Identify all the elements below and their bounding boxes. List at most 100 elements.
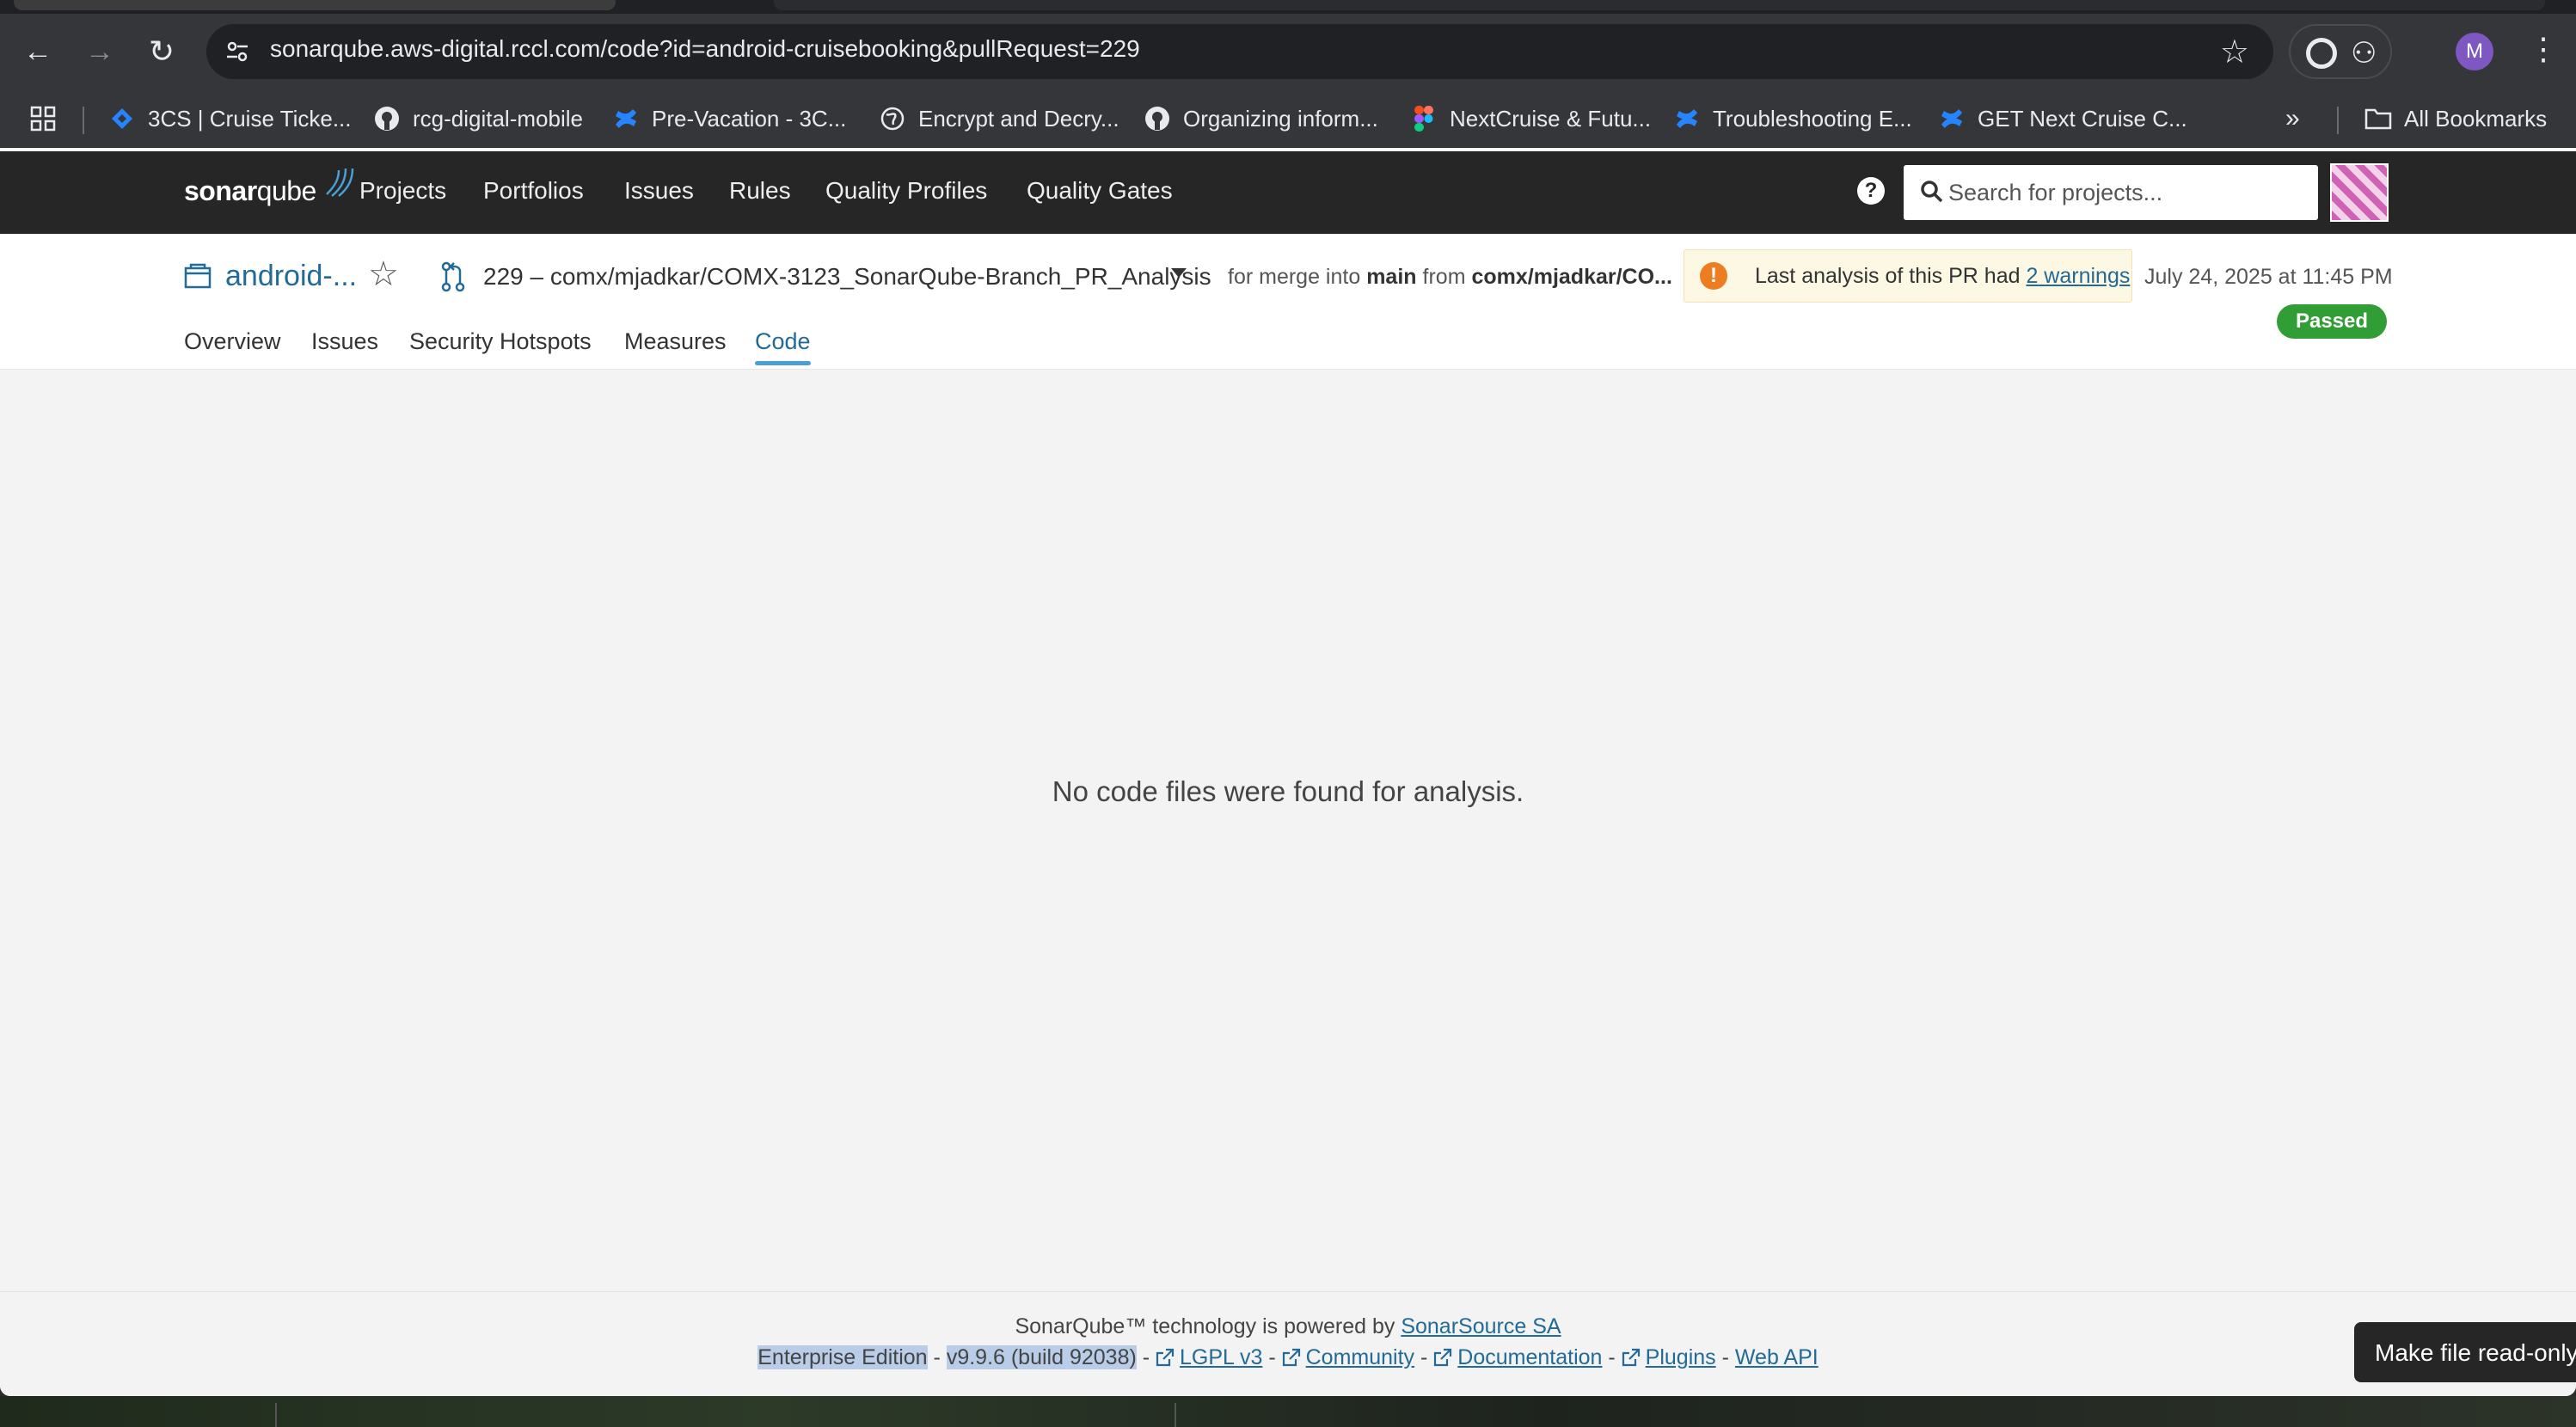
- project-header: android-... ☆ 229 – comx/mjadkar/COMX-31…: [0, 234, 2576, 370]
- bookmark-item[interactable]: Encrypt and Decry...: [879, 100, 1119, 138]
- confluence-icon: [1673, 105, 1701, 132]
- sonar-waves-icon: [326, 168, 354, 197]
- quality-gate-status-badge: Passed: [2277, 304, 2387, 339]
- reload-icon[interactable]: ↻: [143, 33, 181, 70]
- external-link-icon: [1434, 1348, 1452, 1367]
- external-link-icon: [1156, 1348, 1175, 1367]
- web-api-link[interactable]: Web API: [1735, 1345, 1819, 1369]
- grammarly-icon[interactable]: [2306, 38, 2337, 69]
- apps-icon[interactable]: [29, 100, 57, 138]
- edition-label: Enterprise Edition: [757, 1345, 928, 1369]
- tab-issues[interactable]: Issues: [311, 328, 378, 355]
- confluence-icon: [612, 105, 640, 132]
- community-link[interactable]: Community: [1306, 1345, 1414, 1369]
- bookmark-item[interactable]: Troubleshooting E...: [1673, 100, 1912, 138]
- github-icon: [1144, 105, 1171, 132]
- external-link-icon: [1282, 1348, 1300, 1367]
- footer-separator: -: [1608, 1345, 1616, 1369]
- tab-measures[interactable]: Measures: [624, 328, 727, 355]
- nav-quality-gates[interactable]: Quality Gates: [1027, 177, 1173, 205]
- desktop-background: [0, 1396, 2576, 1427]
- merge-from: from: [1422, 265, 1466, 289]
- jira-icon: [108, 105, 136, 132]
- folder-icon: [2364, 105, 2392, 132]
- version-label: v9.9.6 (build 92038): [946, 1345, 1137, 1369]
- bookmarks-bar: 3CS | Cruise Ticke... rcg-digital-mobile…: [0, 89, 2576, 148]
- footer-powered-by: SonarQube™ technology is powered by Sona…: [0, 1314, 2576, 1339]
- url-path: /code?id=android-cruisebooking&pullReque…: [600, 35, 1140, 62]
- back-icon[interactable]: ←: [19, 33, 57, 70]
- page-footer: SonarQube™ technology is powered by Sona…: [0, 1291, 2576, 1396]
- pull-request-icon: [441, 261, 465, 292]
- bookmark-item[interactable]: rcg-digital-mobile: [373, 100, 583, 138]
- sonarqube-navbar: sonarqube Projects Portfolios Issues Rul…: [0, 151, 2576, 234]
- bookmark-label: Encrypt and Decry...: [918, 105, 1119, 132]
- nav-projects[interactable]: Projects: [359, 177, 446, 205]
- merge-target: main: [1366, 265, 1417, 289]
- bookmark-item[interactable]: NextCruise & Futu...: [1410, 100, 1651, 138]
- project-search[interactable]: [1904, 165, 2318, 220]
- footer-links: Enterprise Edition - v9.9.6 (build 92038…: [0, 1345, 2576, 1370]
- github-icon: [373, 105, 401, 132]
- bookmark-label: NextCruise & Futu...: [1450, 105, 1652, 132]
- all-bookmarks-button[interactable]: All Bookmarks: [2364, 100, 2547, 138]
- sonarqube-logo[interactable]: sonarqube: [184, 168, 354, 207]
- analysis-warning: ! Last analysis of this PR had 2 warning…: [1684, 249, 2132, 303]
- powered-by-text: SonarQube™ technology is powered by: [1015, 1314, 1395, 1338]
- merge-prefix: for merge into: [1228, 265, 1361, 289]
- nav-rules[interactable]: Rules: [729, 177, 791, 205]
- merge-source: comx/mjadkar/CO...: [1471, 265, 1672, 289]
- footer-separator: -: [1142, 1345, 1150, 1369]
- pull-request-selector[interactable]: 229 – comx/mjadkar/COMX-3123_SonarQube-B…: [483, 263, 1211, 291]
- project-icon: [184, 263, 212, 289]
- nav-quality-profiles[interactable]: Quality Profiles: [825, 177, 987, 205]
- more-bookmarks-icon[interactable]: »: [2285, 100, 2300, 138]
- favorite-star-icon[interactable]: ☆: [368, 254, 399, 294]
- bookmark-item[interactable]: Pre-Vacation - 3C...: [612, 100, 846, 138]
- site-settings-icon[interactable]: [224, 38, 251, 65]
- tab-security-hotspots[interactable]: Security Hotspots: [409, 328, 592, 355]
- search-input[interactable]: [1948, 175, 2301, 210]
- plugins-link[interactable]: Plugins: [1646, 1345, 1716, 1369]
- extensions-icon[interactable]: ⚇: [2351, 36, 2377, 70]
- browser-toolbar: ← → ↻ sonarqube.aws-digital.rccl.com/cod…: [0, 14, 2576, 89]
- sonarsource-link[interactable]: SonarSource SA: [1401, 1314, 1561, 1338]
- license-link[interactable]: LGPL v3: [1180, 1345, 1262, 1369]
- toast-popup[interactable]: Make file read-only: [2354, 1322, 2576, 1382]
- figma-icon: [1410, 105, 1438, 132]
- browser-menu-icon[interactable]: ⋮: [2528, 31, 2559, 67]
- browser-tab[interactable]: [774, 0, 2545, 10]
- bookmark-label: Organizing inform...: [1183, 105, 1378, 132]
- browser-tab[interactable]: [14, 0, 616, 10]
- nav-issues[interactable]: Issues: [624, 177, 694, 205]
- bookmark-item[interactable]: GET Next Cruise C...: [1938, 100, 2187, 138]
- browser-window: ← → ↻ sonarqube.aws-digital.rccl.com/cod…: [0, 0, 2576, 1396]
- nav-portfolios[interactable]: Portfolios: [483, 177, 584, 205]
- warning-message: Last analysis of this PR had 2 warnings: [1755, 264, 2130, 289]
- warnings-link[interactable]: 2 warnings: [2026, 264, 2130, 288]
- bookmark-item[interactable]: Organizing inform...: [1144, 100, 1378, 138]
- bookmark-label: 3CS | Cruise Ticke...: [148, 105, 352, 132]
- project-name[interactable]: android-...: [225, 260, 357, 293]
- forward-icon[interactable]: →: [81, 33, 119, 70]
- bookmark-star-icon[interactable]: ☆: [2220, 33, 2249, 71]
- code-viewer-area: No code files were found for analysis.: [0, 370, 2576, 1291]
- bookmarks-divider: [2337, 107, 2339, 134]
- logo-text-light: qube: [256, 175, 317, 206]
- bookmarks-divider: [83, 107, 84, 134]
- help-icon[interactable]: ?: [1857, 177, 1885, 205]
- user-avatar[interactable]: [2330, 163, 2389, 222]
- chevron-down-icon[interactable]: [1171, 268, 1187, 278]
- url-text[interactable]: sonarqube.aws-digital.rccl.com/code?id=a…: [270, 35, 1140, 63]
- analysis-date: July 24, 2025 at 11:45 PM: [2144, 265, 2393, 289]
- tab-overview[interactable]: Overview: [184, 328, 281, 355]
- bookmark-item[interactable]: 3CS | Cruise Ticke...: [108, 100, 352, 138]
- profile-avatar[interactable]: M: [2456, 33, 2493, 70]
- documentation-link[interactable]: Documentation: [1457, 1345, 1602, 1369]
- bookmark-label: rcg-digital-mobile: [413, 105, 583, 132]
- tab-code[interactable]: Code: [755, 328, 811, 365]
- search-icon: [1921, 181, 1943, 203]
- globe-icon: [879, 105, 906, 132]
- address-bar[interactable]: sonarqube.aws-digital.rccl.com/code?id=a…: [206, 24, 2273, 79]
- merge-info: for merge into main from comx/mjadkar/CO…: [1228, 265, 1672, 290]
